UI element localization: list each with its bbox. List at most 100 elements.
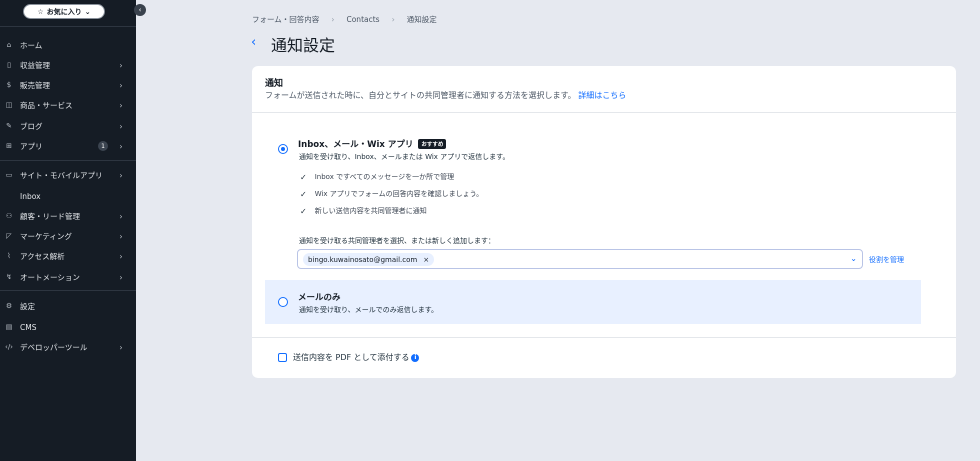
- option-title-text: メールのみ: [298, 293, 341, 303]
- option-email-only-row[interactable]: [265, 280, 921, 324]
- chevron-right-icon: ›: [119, 342, 123, 352]
- recipient-chip-text: bingo.kuwainosato@gmail.com: [308, 255, 418, 264]
- option-description: 通知を受け取り、Inbox、メールまたは Wix アプリで返信します。: [299, 153, 510, 161]
- sidebar-item-label: アクセス解析: [20, 251, 65, 261]
- attach-pdf-checkbox[interactable]: [278, 353, 287, 362]
- chevron-right-icon: ›: [119, 121, 123, 131]
- sidebar-item-label: マーケティング: [20, 231, 72, 241]
- chevron-right-icon: ›: [119, 231, 123, 241]
- developer-icon: ‹/›: [5, 343, 13, 351]
- sidebar-item-label: 顧客・リード管理: [20, 211, 80, 221]
- sidebar-item-marketing[interactable]: ◸ マーケティング ›: [0, 227, 136, 245]
- collapse-sidebar-button[interactable]: ‹: [134, 4, 146, 16]
- info-icon[interactable]: i: [411, 353, 420, 362]
- chevron-right-icon: ›: [119, 60, 123, 70]
- attach-pdf-label: 送信内容を PDF として添付する i: [293, 352, 420, 363]
- checkmark-icon: ✓: [300, 189, 307, 199]
- sidebar-divider: [0, 290, 136, 291]
- blog-icon: ✎: [6, 122, 12, 130]
- sidebar-item-products[interactable]: ◫ 商品・サービス ›: [0, 96, 136, 114]
- sidebar-item-label: サイト・モバイルアプリ: [20, 170, 103, 180]
- page-title: 通知設定: [271, 36, 336, 55]
- option-title-text: Inbox、メール・Wix アプリ: [298, 140, 414, 150]
- sidebar-item-settings[interactable]: ⚙ 設定: [0, 297, 136, 315]
- recipients-select[interactable]: bingo.kuwainosato@gmail.com × ⌄: [297, 249, 863, 269]
- chevron-down-icon[interactable]: ⌄: [850, 254, 857, 263]
- option-title: メールのみ: [298, 291, 341, 303]
- breadcrumb-item-current: 通知設定: [406, 15, 437, 24]
- revenue-icon: ▯: [7, 61, 11, 69]
- feature-text: Wix アプリでフォームの回答内容を確認しましょう。: [314, 190, 484, 198]
- sidebar-divider: [0, 160, 136, 161]
- sidebar-item-inbox[interactable]: Inbox: [0, 187, 136, 205]
- site-mobile-icon: ▭: [5, 171, 13, 179]
- sidebar-item-cms[interactable]: ▤ CMS: [0, 318, 136, 336]
- sidebar-item-site-mobile[interactable]: ▭ サイト・モバイルアプリ ›: [0, 166, 136, 184]
- sidebar-item-sales[interactable]: $ 販売管理 ›: [0, 76, 136, 94]
- breadcrumb-item[interactable]: Contacts: [346, 15, 379, 24]
- radio-email-only[interactable]: [278, 297, 288, 307]
- apps-count-badge: 1: [98, 141, 108, 151]
- automation-icon: ↯: [6, 273, 12, 281]
- chevron-right-icon: ›: [119, 170, 123, 180]
- sidebar-divider: [0, 26, 136, 27]
- breadcrumb-item[interactable]: フォーム・回答内容: [252, 14, 319, 25]
- sidebar-item-label: 販売管理: [20, 80, 50, 90]
- sidebar: ☆ お気に入り ⌄ ⌂ ホーム ▯ 収益管理 › $ 販売管理 › ◫ 商品・サ…: [0, 0, 136, 461]
- chevron-right-icon: ›: [119, 251, 123, 261]
- apps-icon: ⊞: [6, 142, 12, 150]
- favorites-label: お気に入り: [46, 7, 82, 16]
- feature-item: ✓ Inbox ですべてのメッセージを一か所で管理: [300, 172, 454, 182]
- settings-icon: ⚙: [5, 302, 13, 310]
- sidebar-item-label: Inbox: [20, 191, 41, 201]
- chevron-right-icon: ›: [119, 211, 123, 221]
- feature-item: ✓ 新しい送信内容を共同管理者に通知: [300, 206, 427, 216]
- sidebar-item-label: 設定: [20, 301, 35, 311]
- sidebar-item-home[interactable]: ⌂ ホーム: [0, 36, 136, 54]
- learn-more-link[interactable]: 詳細はこちら: [578, 91, 626, 100]
- attach-pdf-text: 送信内容を PDF として添付する: [293, 353, 410, 362]
- chevron-right-icon: ›: [119, 272, 123, 282]
- checkmark-icon: ✓: [300, 206, 307, 216]
- remove-chip-icon[interactable]: ×: [423, 256, 429, 264]
- sidebar-item-analytics[interactable]: ⌇ アクセス解析 ›: [0, 247, 136, 265]
- notification-settings-card: 通知 フォームが送信された時に、自分とサイトの共同管理者に通知する方法を選択しま…: [252, 66, 956, 378]
- sidebar-item-label: 商品・サービス: [20, 100, 73, 110]
- sidebar-item-apps[interactable]: ⊞ アプリ 1 ›: [0, 137, 136, 155]
- option-description: 通知を受け取り、メールでのみ返信します。: [299, 306, 439, 314]
- sidebar-item-contacts[interactable]: ⚇ 顧客・リード管理 ›: [0, 207, 136, 225]
- manage-roles-link[interactable]: 役割を管理: [869, 255, 904, 265]
- sidebar-item-label: アプリ: [20, 141, 43, 151]
- products-icon: ◫: [5, 101, 13, 109]
- checkmark-icon: ✓: [300, 172, 307, 182]
- option-title: Inbox、メール・Wix アプリ おすすめ: [298, 138, 447, 150]
- chevron-down-icon: ⌄: [84, 7, 91, 16]
- card-divider: [252, 112, 956, 113]
- sidebar-item-label: CMS: [20, 322, 37, 332]
- favorites-button[interactable]: ☆ お気に入り ⌄: [23, 4, 105, 19]
- sidebar-item-label: デベロッパーツール: [20, 342, 88, 352]
- card-title: 通知: [265, 79, 284, 89]
- card-subtitle: フォームが送信された時に、自分とサイトの共同管理者に通知する方法を選択します。 …: [265, 90, 626, 101]
- card-subtitle-text: フォームが送信された時に、自分とサイトの共同管理者に通知する方法を選択します。: [265, 91, 576, 100]
- sidebar-item-revenue[interactable]: ▯ 収益管理 ›: [0, 56, 136, 74]
- card-divider: [252, 337, 956, 338]
- radio-inbox-email-app[interactable]: [278, 144, 288, 154]
- recommended-badge: おすすめ: [418, 139, 447, 149]
- back-arrow-icon[interactable]: ‹: [251, 35, 256, 50]
- sidebar-item-automation[interactable]: ↯ オートメーション ›: [0, 268, 136, 286]
- sidebar-item-label: ホーム: [20, 40, 43, 50]
- sidebar-item-label: オートメーション: [20, 272, 80, 282]
- chevron-left-icon: ‹: [138, 6, 142, 14]
- feature-text: Inbox ですべてのメッセージを一か所で管理: [314, 173, 455, 181]
- home-icon: ⌂: [6, 41, 12, 49]
- feature-text: 新しい送信内容を共同管理者に通知: [314, 207, 427, 215]
- recipient-chip: bingo.kuwainosato@gmail.com ×: [303, 253, 435, 266]
- sidebar-item-label: ブログ: [20, 121, 43, 131]
- feature-item: ✓ Wix アプリでフォームの回答内容を確認しましょう。: [300, 189, 483, 199]
- chevron-right-icon: ›: [119, 100, 123, 110]
- recipients-label: 通知を受け取る共同管理者を選択、または新しく追加します：: [299, 237, 495, 245]
- sidebar-item-developer[interactable]: ‹/› デベロッパーツール ›: [0, 338, 136, 356]
- analytics-icon: ⌇: [7, 252, 11, 260]
- sidebar-item-blog[interactable]: ✎ ブログ ›: [0, 117, 136, 135]
